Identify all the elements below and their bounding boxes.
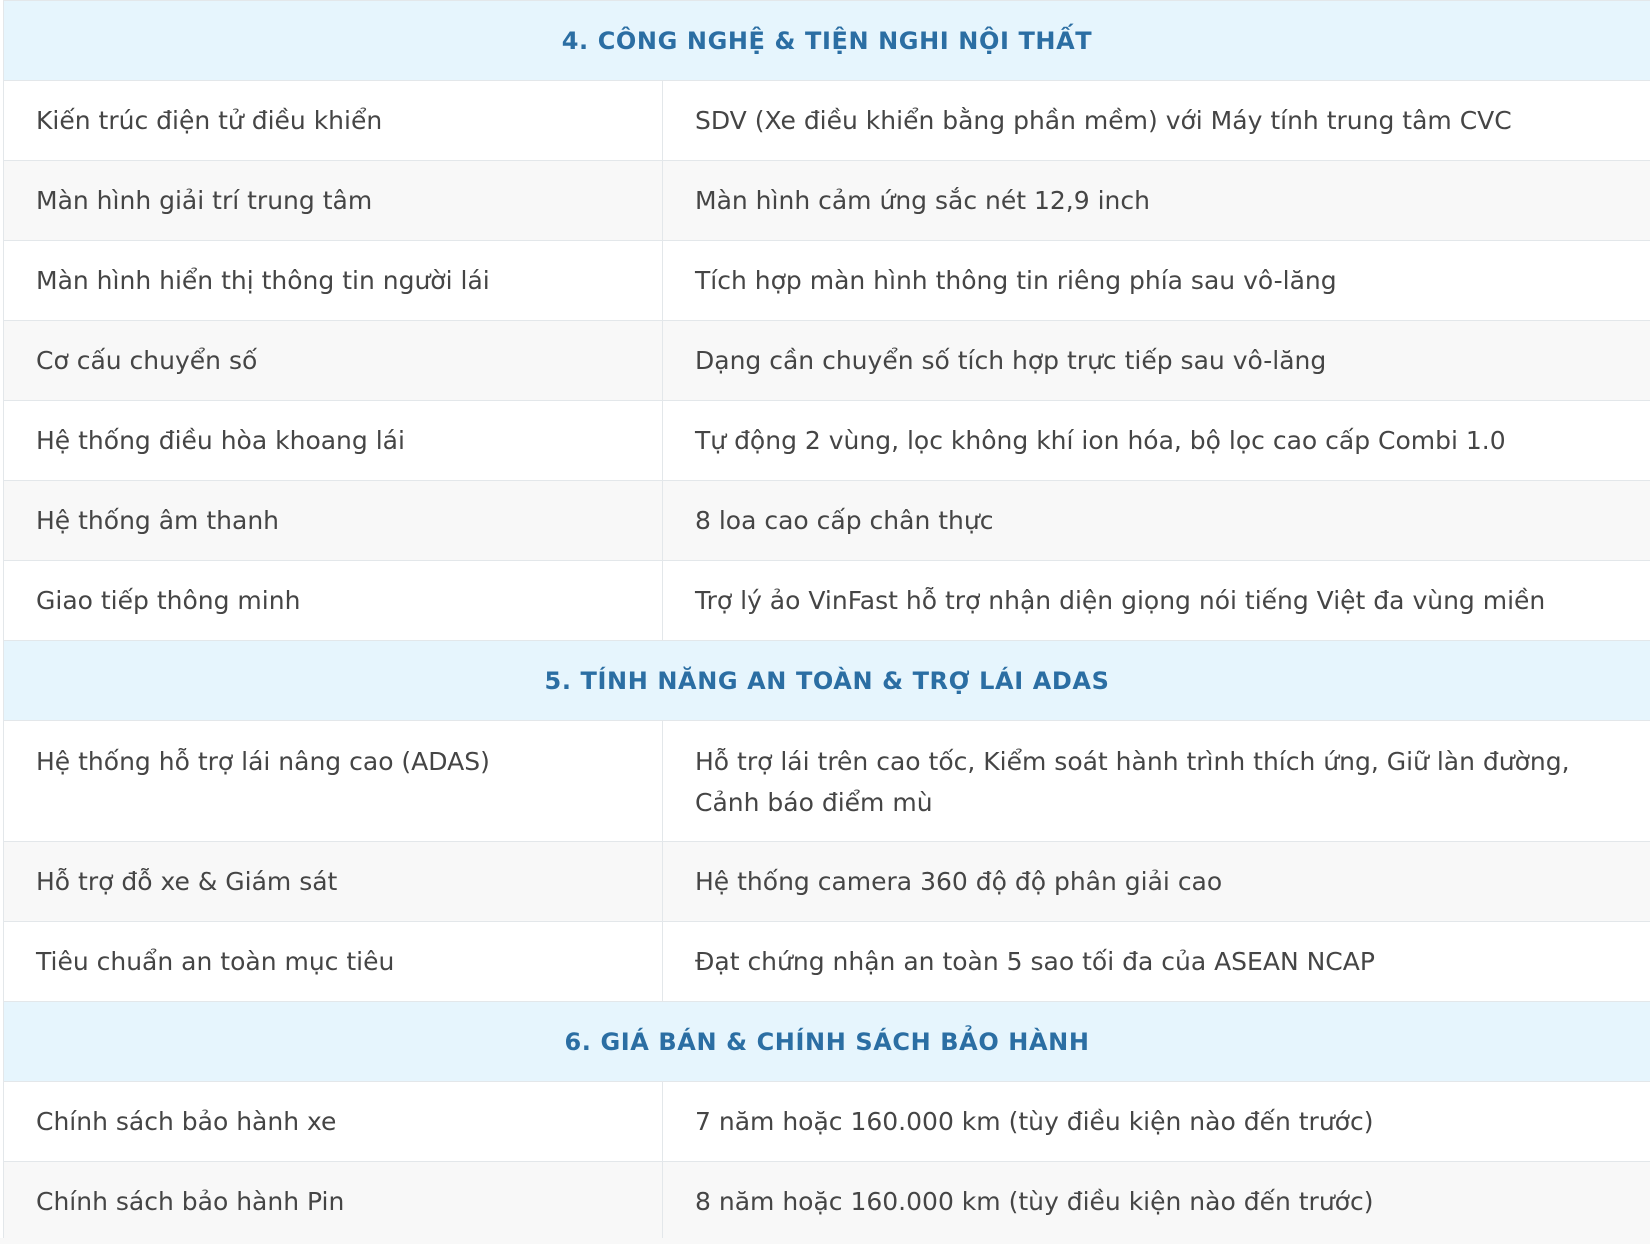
table-row: Hệ thống điều hòa khoang lái Tự động 2 v… bbox=[3, 400, 1650, 481]
table-row: Màn hình giải trí trung tâm Màn hình cảm… bbox=[3, 160, 1650, 241]
section-header-technology: 4. CÔNG NGHỆ & TIỆN NGHI NỘI THẤT bbox=[2, 0, 1650, 81]
spec-value: Dạng cần chuyển số tích hợp trực tiếp sa… bbox=[661, 320, 1650, 401]
section-header-warranty: 6. GIÁ BÁN & CHÍNH SÁCH BẢO HÀNH bbox=[2, 1001, 1650, 1082]
spec-value: Hệ thống camera 360 độ độ phân giải cao bbox=[661, 841, 1650, 922]
table-row: Chính sách bảo hành Pin 8 năm hoặc 160.0… bbox=[3, 1161, 1650, 1242]
section-header-safety: 5. TÍNH NĂNG AN TOÀN & TRỢ LÁI ADAS bbox=[2, 640, 1650, 721]
spec-value: Màn hình cảm ứng sắc nét 12,9 inch bbox=[661, 160, 1650, 241]
table-row: Giao tiếp thông minh Trợ lý ảo VinFast h… bbox=[3, 560, 1650, 641]
spec-table: 4. CÔNG NGHỆ & TIỆN NGHI NỘI THẤT Kiến t… bbox=[2, 0, 1650, 1242]
spec-label: Màn hình giải trí trung tâm bbox=[3, 160, 663, 241]
spec-value: 8 loa cao cấp chân thực bbox=[661, 480, 1650, 561]
section-title: 6. GIÁ BÁN & CHÍNH SÁCH BẢO HÀNH bbox=[2, 1001, 1650, 1082]
spec-value: 7 năm hoặc 160.000 km (tùy điều kiện nào… bbox=[661, 1081, 1650, 1162]
spec-label: Hệ thống âm thanh bbox=[3, 480, 663, 561]
spec-value: Trợ lý ảo VinFast hỗ trợ nhận diện giọng… bbox=[661, 560, 1650, 641]
spec-label: Giao tiếp thông minh bbox=[3, 560, 663, 641]
table-row: Hệ thống hỗ trợ lái nâng cao (ADAS) Hỗ t… bbox=[3, 720, 1650, 842]
spec-value: Hỗ trợ lái trên cao tốc, Kiểm soát hành … bbox=[661, 720, 1650, 842]
spec-label: Chính sách bảo hành Pin bbox=[3, 1161, 663, 1242]
spec-label: Cơ cấu chuyển số bbox=[3, 320, 663, 401]
bottom-divider bbox=[0, 1238, 1650, 1244]
spec-value: Tích hợp màn hình thông tin riêng phía s… bbox=[661, 240, 1650, 321]
section-title: 4. CÔNG NGHỆ & TIỆN NGHI NỘI THẤT bbox=[2, 0, 1650, 81]
spec-value: 8 năm hoặc 160.000 km (tùy điều kiện nào… bbox=[661, 1161, 1650, 1242]
spec-label: Màn hình hiển thị thông tin người lái bbox=[3, 240, 663, 321]
table-row: Chính sách bảo hành xe 7 năm hoặc 160.00… bbox=[3, 1081, 1650, 1162]
table-row: Màn hình hiển thị thông tin người lái Tí… bbox=[3, 240, 1650, 321]
spec-label: Hệ thống hỗ trợ lái nâng cao (ADAS) bbox=[3, 720, 663, 842]
spec-value: Đạt chứng nhận an toàn 5 sao tối đa của … bbox=[661, 921, 1650, 1002]
table-row: Kiến trúc điện tử điều khiển SDV (Xe điề… bbox=[3, 80, 1650, 161]
table-row: Hệ thống âm thanh 8 loa cao cấp chân thự… bbox=[3, 480, 1650, 561]
spec-value: SDV (Xe điều khiển bằng phần mềm) với Má… bbox=[661, 80, 1650, 161]
spec-label: Kiến trúc điện tử điều khiển bbox=[3, 80, 663, 161]
spec-value: Tự động 2 vùng, lọc không khí ion hóa, b… bbox=[661, 400, 1650, 481]
spec-label: Tiêu chuẩn an toàn mục tiêu bbox=[3, 921, 663, 1002]
spec-label: Hệ thống điều hòa khoang lái bbox=[3, 400, 663, 481]
table-row: Cơ cấu chuyển số Dạng cần chuyển số tích… bbox=[3, 320, 1650, 401]
spec-label: Chính sách bảo hành xe bbox=[3, 1081, 663, 1162]
table-row: Tiêu chuẩn an toàn mục tiêu Đạt chứng nh… bbox=[3, 921, 1650, 1002]
section-title: 5. TÍNH NĂNG AN TOÀN & TRỢ LÁI ADAS bbox=[2, 640, 1650, 721]
spec-label: Hỗ trợ đỗ xe & Giám sát bbox=[3, 841, 663, 922]
table-row: Hỗ trợ đỗ xe & Giám sát Hệ thống camera … bbox=[3, 841, 1650, 922]
